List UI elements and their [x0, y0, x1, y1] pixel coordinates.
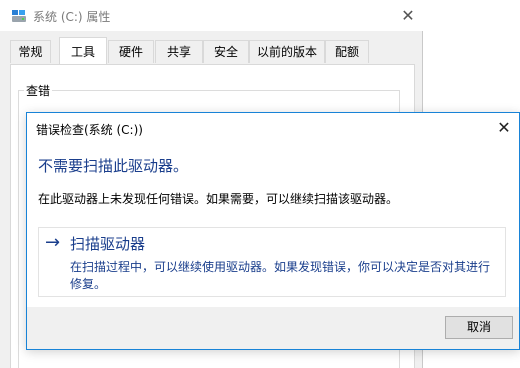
tab-general[interactable]: 常规 [10, 40, 51, 63]
cancel-button[interactable]: 取消 [445, 316, 513, 339]
dialog-title: 错误检查(系统 (C:)) [36, 123, 143, 137]
tab-strip: 常规 工具 硬件 共享 安全 以前的版本 配额 [10, 37, 415, 64]
tab-previous-versions[interactable]: 以前的版本 [249, 40, 325, 63]
tab-security[interactable]: 安全 [203, 40, 249, 63]
error-checking-group-label: 查错 [24, 82, 53, 99]
tab-tools[interactable]: 工具 [59, 37, 107, 64]
tab-hardware[interactable]: 硬件 [108, 40, 154, 63]
scan-drive-command-link[interactable]: → 扫描驱动器 在扫描过程中，可以继续使用驱动器。如果发现错误，你可以决定是否对… [38, 227, 506, 297]
drive-icon [11, 9, 27, 23]
dialog-close-icon[interactable]: ✕ [493, 118, 515, 138]
dialog-footer: 取消 [27, 307, 519, 349]
screen: 系统 (C:) 属性 ✕ 常规 工具 硬件 共享 安全 以前的版本 配额 查错 … [0, 0, 520, 368]
main-instruction: 不需要扫描此驱动器。 [38, 157, 189, 175]
scan-drive-title: 扫描驱动器 [70, 235, 146, 253]
arrow-right-icon: → [45, 232, 61, 253]
content-text: 在此驱动器上未发现任何错误。如果需要，可以继续扫描该驱动器。 [38, 192, 399, 206]
tab-quota[interactable]: 配额 [325, 40, 369, 63]
properties-close-icon[interactable]: ✕ [398, 6, 418, 26]
dialog-titlebar: 错误检查(系统 (C:)) ✕ [27, 113, 519, 143]
dialog-body: 不需要扫描此驱动器。 在此驱动器上未发现任何错误。如果需要，可以继续扫描该驱动器… [27, 143, 519, 307]
error-checking-dialog: 错误检查(系统 (C:)) ✕ 不需要扫描此驱动器。 在此驱动器上未发现任何错误… [26, 112, 520, 350]
properties-title: 系统 (C:) 属性 [33, 10, 111, 24]
properties-titlebar: 系统 (C:) 属性 ✕ [0, 0, 423, 31]
tab-sharing[interactable]: 共享 [155, 40, 203, 63]
scan-drive-description: 在扫描过程中，可以继续使用驱动器。如果发现错误，你可以决定是否对其进行修复。 [70, 260, 491, 291]
